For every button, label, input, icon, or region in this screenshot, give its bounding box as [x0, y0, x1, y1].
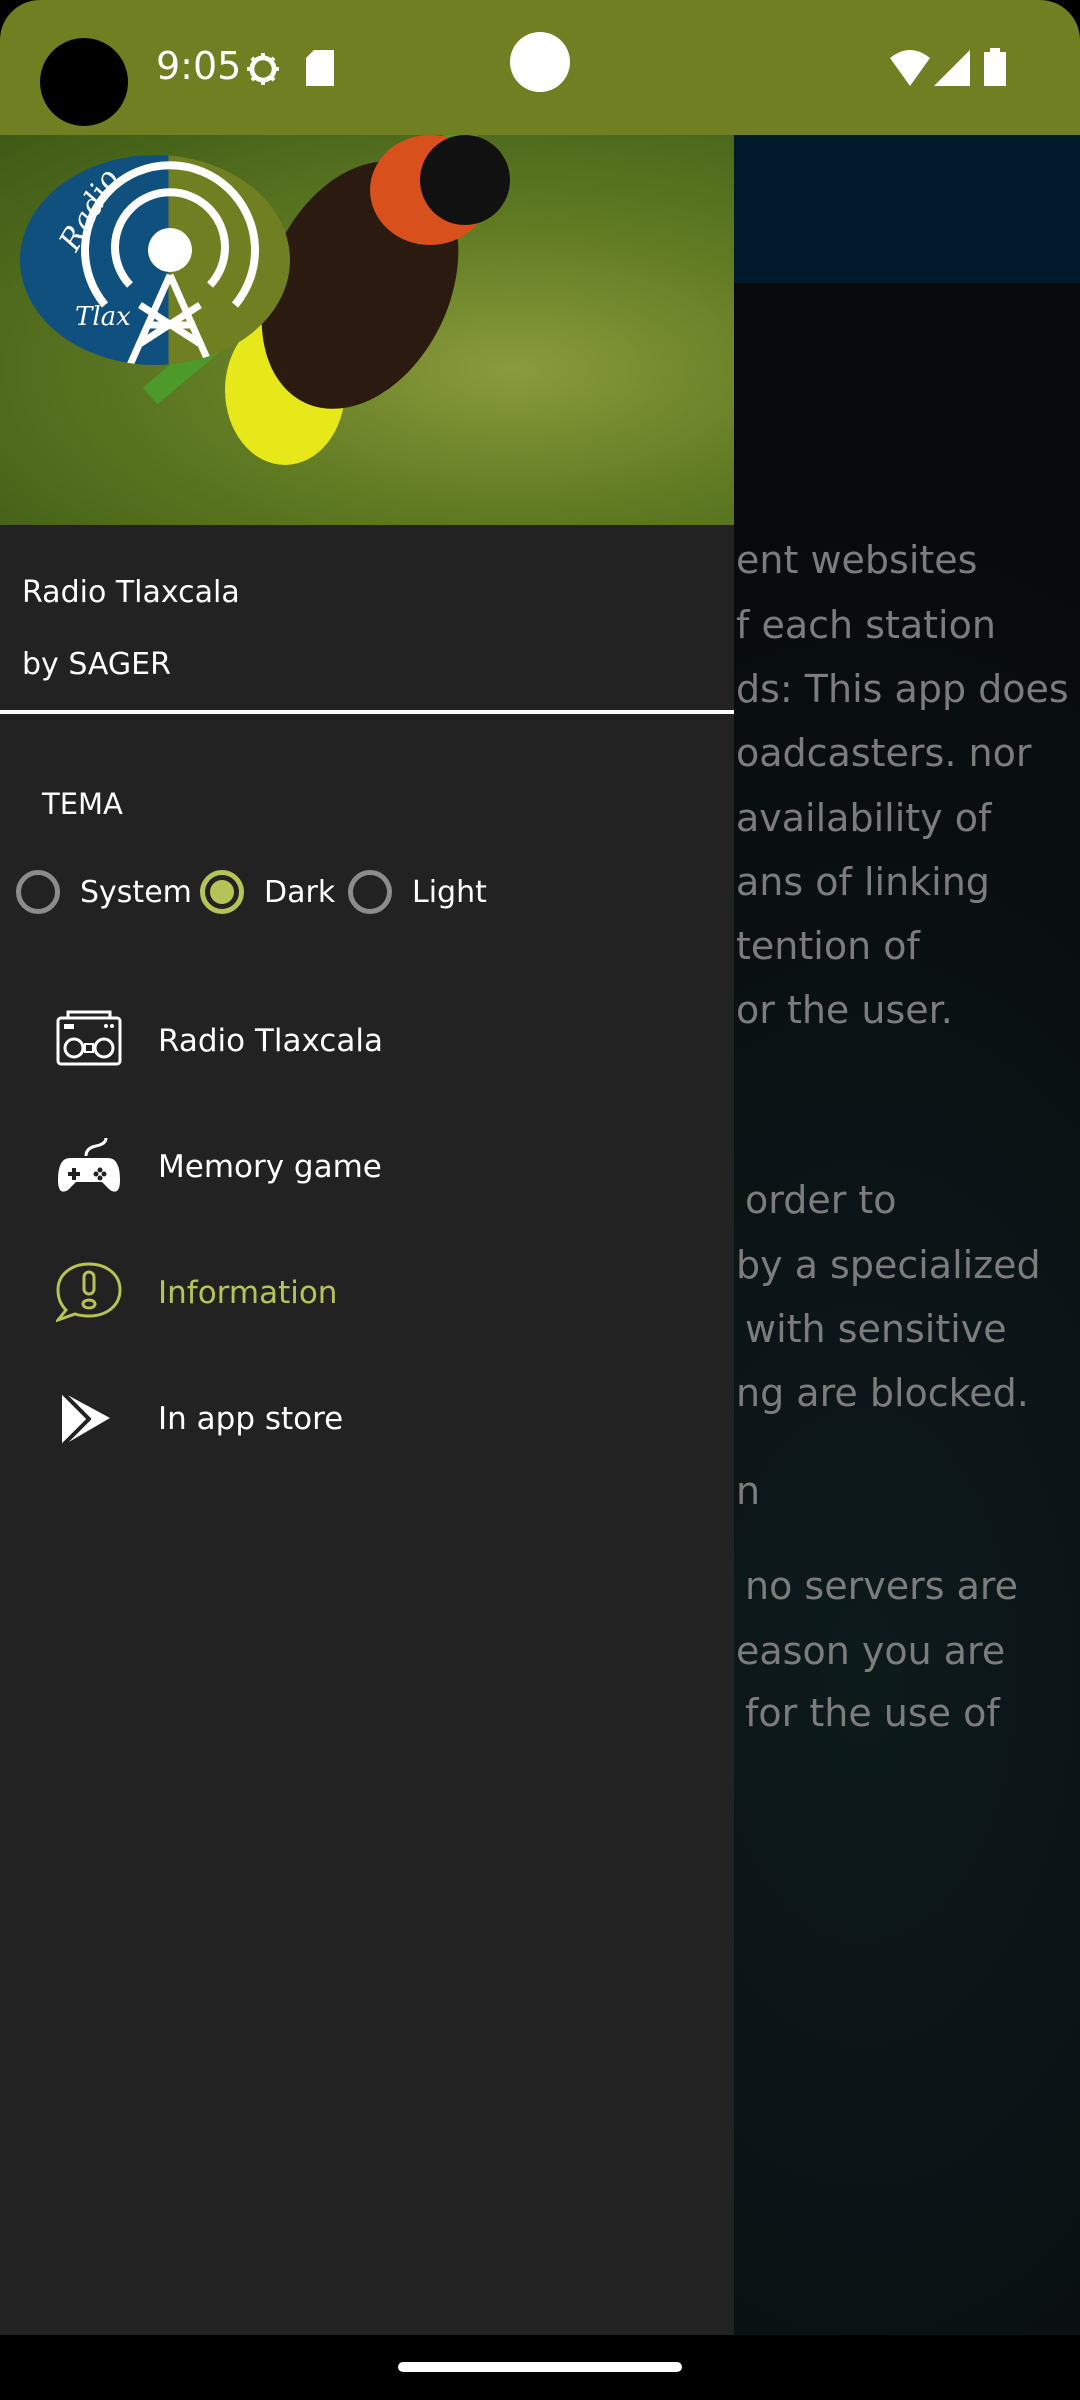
app-logo: Radio Tlax: [20, 155, 290, 365]
radio-label: Dark: [264, 874, 336, 910]
theme-option-system[interactable]: System: [16, 870, 192, 914]
content-line: ans of linking: [736, 860, 990, 904]
content-line: no servers are: [745, 1564, 1019, 1608]
content-line: oadcasters. nor: [736, 731, 1032, 775]
menu-item-label: Radio Tlaxcala: [158, 1023, 383, 1059]
menu-item-information[interactable]: Information: [0, 1238, 734, 1348]
theme-option-light[interactable]: Light: [348, 870, 487, 914]
radio-label: System: [80, 874, 192, 910]
menu-item-memory-game[interactable]: Memory game: [0, 1112, 734, 1222]
notification-dot: [510, 32, 570, 92]
divider: [0, 710, 734, 714]
content-line: ds: This app does: [736, 667, 1069, 711]
theme-option-dark[interactable]: Dark: [200, 870, 335, 914]
menu-item-radio-tlaxcala[interactable]: Radio Tlaxcala: [0, 986, 734, 1096]
signal-icon: [934, 50, 970, 86]
gear-icon: [247, 53, 279, 85]
radio-button[interactable]: [16, 870, 60, 914]
status-bar: 9:05: [0, 0, 1080, 135]
content-line: eason you are: [736, 1629, 1006, 1673]
menu-item-label: Information: [158, 1275, 338, 1311]
gamepad-icon: [58, 1137, 120, 1192]
content-line: tention of: [736, 924, 920, 968]
content-line: or the user.: [736, 988, 953, 1032]
drawer-subtitle: by SAGER: [22, 647, 171, 682]
theme-label: TEMA: [42, 787, 123, 821]
status-time: 9:05: [156, 44, 242, 88]
info-bubble-icon: [56, 1262, 122, 1323]
content-line: with sensitive: [745, 1307, 1007, 1351]
wifi-icon: [890, 50, 930, 86]
content-line: ng are blocked.: [736, 1371, 1029, 1415]
content-line: availability of: [736, 796, 992, 840]
radio-button-selected[interactable]: [200, 870, 244, 914]
drawer-title: Radio Tlaxcala: [22, 575, 240, 610]
menu-item-in-app-store[interactable]: In app store: [0, 1364, 734, 1474]
radio-label: Light: [412, 874, 487, 910]
content-line: ent websites: [736, 538, 978, 582]
svg-text:Tlax: Tlax: [75, 302, 131, 332]
home-gesture-handle[interactable]: [398, 2362, 682, 2372]
content-line: order to: [745, 1178, 897, 1222]
content-line: n: [736, 1469, 761, 1513]
menu-item-label: Memory game: [158, 1149, 382, 1185]
radio-icon: [56, 1010, 122, 1066]
content-line: for the use of: [745, 1691, 1000, 1735]
radio-button[interactable]: [348, 870, 392, 914]
content-line: by a specialized: [736, 1243, 1041, 1287]
camera-cutout: [40, 38, 128, 126]
play-store-icon: [60, 1390, 110, 1448]
battery-icon: [984, 48, 1006, 86]
content-line: f each station: [736, 603, 996, 647]
drawer-header-image: Radio Tlax: [0, 135, 734, 525]
navigation-drawer: Radio Tlax Radio Tlaxcala by SAGER TEMA …: [0, 135, 734, 2335]
sd-card-icon: [306, 50, 334, 86]
menu-item-label: In app store: [158, 1401, 344, 1437]
